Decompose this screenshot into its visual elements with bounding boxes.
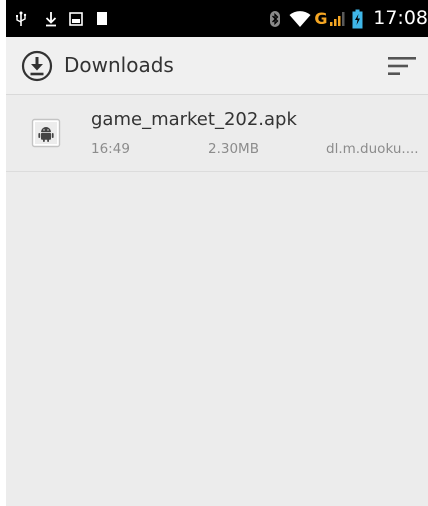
sort-icon [388, 57, 416, 75]
status-bar: G 17:08 [6, 0, 428, 37]
android-package-icon [31, 118, 61, 148]
image-icon [68, 0, 84, 37]
g-network-icon: G [314, 0, 328, 37]
download-time: 16:49 [91, 141, 130, 157]
downloads-icon[interactable] [21, 50, 53, 82]
sort-button[interactable] [384, 49, 420, 83]
action-bar: Downloads [6, 37, 428, 95]
sd-card-icon [95, 0, 109, 37]
signal-icon [328, 0, 346, 37]
file-size: 2.30MB [208, 141, 259, 157]
status-time: 17:08 [373, 7, 428, 29]
phone-screen: G 17:08 Downloads game_market_202.apk 16… [6, 0, 428, 506]
network-label: G [314, 9, 328, 28]
bluetooth-icon [268, 0, 282, 37]
wifi-icon [288, 0, 312, 37]
battery-icon [350, 0, 364, 37]
file-name: game_market_202.apk [91, 109, 297, 130]
download-list-item[interactable]: game_market_202.apk 16:49 2.30MB dl.m.du… [6, 95, 428, 172]
download-icon [44, 0, 58, 37]
page-title: Downloads [64, 53, 174, 77]
download-source: dl.m.duoku.... [326, 141, 419, 157]
usb-icon [14, 0, 28, 37]
